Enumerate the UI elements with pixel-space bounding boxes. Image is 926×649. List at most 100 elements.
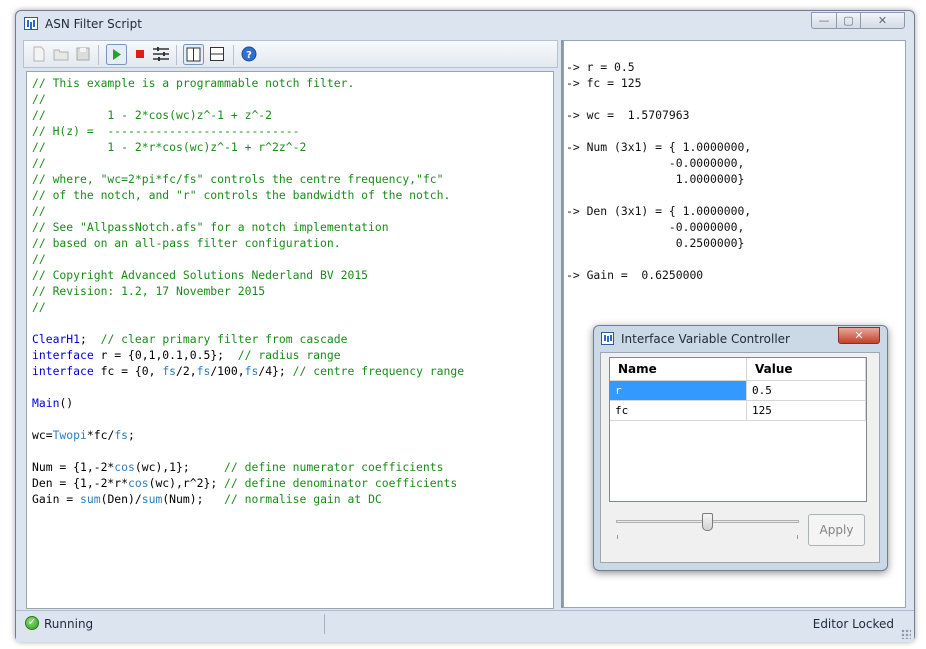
code-comment: // [32,300,46,314]
code-line: // based on an all-pass filter configura… [32,236,341,250]
code-comment: // where, "wc=2*pi*fc/fs" controls the c… [32,172,444,186]
run-icon[interactable] [106,44,127,65]
code-comment: // define denominator coefficients [224,476,458,490]
code-comment: // normalise gain at DC [224,492,382,506]
row-name-cell[interactable]: r [610,380,747,401]
status-editor-locked: Editor Locked [812,617,894,631]
code-text: (wc),1}; [134,460,225,474]
close-button[interactable]: ✕ [860,12,905,29]
code-line: // 1 - 2*r*cos(wc)z^-1 + r^2z^-2 [32,140,306,154]
code-line: Gain = sum(Den)/sum(Num); // normalise g… [32,492,382,506]
code-text: Den = {1,-2*r* [32,476,129,490]
code-text: () [59,396,74,410]
code-comment: // Revision: 1.2, 17 November 2015 [32,284,266,298]
open-folder-icon[interactable] [52,45,70,63]
code-text[interactable]: // This example is a programmable notch … [32,75,464,507]
toolbar-separator [233,45,234,65]
dialog-app-icon [601,332,614,345]
code-text: (wc),r^2}; [148,476,225,490]
column-header-value[interactable]: Value [746,358,866,381]
interface-variable-dialog: Interface Variable Controller ✕ Name Val… [593,325,888,571]
toolbar-separator [176,45,177,65]
output-text: -> r = 0.5 -> fc = 125 -> wc = 1.5707963… [566,60,752,282]
help-icon[interactable]: ? [240,45,258,63]
script-editor[interactable]: // This example is a programmable notch … [26,71,554,609]
code-text: /4}; [258,364,293,378]
code-comment: // 1 - 2*cos(wc)z^-1 + z^-2 [32,108,273,122]
variables-table: Name Value r 0.5 fc 125 [610,358,866,421]
minimize-button[interactable]: — [811,12,837,29]
code-comment: // Copyright Advanced Solutions Nederlan… [32,268,369,282]
code-line: interface fc = {0, fs/2,fs/100,fs/4}; //… [32,364,464,378]
resize-grip-icon[interactable] [901,629,911,639]
code-comment: // This example is a programmable notch … [32,76,355,90]
code-line: Den = {1,-2*r*cos(wc),r^2}; // define de… [32,476,457,490]
status-running: Running [44,617,94,631]
code-line: // where, "wc=2*pi*fc/fs" controls the c… [32,172,443,186]
code-line: // [32,252,46,266]
code-line: // of the notch, and "r" controls the ba… [32,188,450,202]
dialog-close-button[interactable]: ✕ [838,327,880,344]
code-keyword: interface [32,348,94,362]
code-line: // [32,300,46,314]
code-comment: // 1 - 2*r*cos(wc)z^-1 + r^2z^-2 [32,140,307,154]
code-comment: // of the notch, and "r" controls the ba… [32,188,451,202]
maximize-button[interactable]: ▢ [836,12,861,29]
code-line: wc=Twopi*fc/fs; [32,428,135,442]
new-file-icon[interactable] [30,45,48,63]
code-comment: // centre frequency range [292,364,465,378]
stop-icon[interactable] [131,45,149,63]
row-value-cell[interactable]: 0.5 [746,380,866,401]
code-line: // [32,156,46,170]
code-function: cos [128,476,149,490]
code-comment: // [32,252,46,266]
column-header-name[interactable]: Name [610,358,747,381]
code-function: sum [141,492,163,506]
variables-icon[interactable] [152,45,170,63]
save-icon[interactable] [74,45,92,63]
code-line: // See "AllpassNotch.afs" for a notch im… [32,220,389,234]
value-slider-thumb[interactable] [701,513,713,531]
running-ok-icon: ✓ [25,616,39,630]
status-divider [324,614,325,634]
code-line: interface r = {0,1,0.1,0.5}; // radius r… [32,348,341,362]
code-text: ; [80,332,101,346]
row-name-cell[interactable]: fc [610,400,747,421]
table-row[interactable]: fc 125 [610,400,866,421]
code-function: fs [196,364,211,378]
code-comment: // [32,156,46,170]
split-horizontal-icon[interactable] [208,45,226,63]
code-comment: // [32,92,46,106]
code-comment: // H(z) = ---------------------------- [32,124,300,138]
code-comment: // define numerator coefficients [224,460,444,474]
code-text: /2, [176,364,197,378]
split-vertical-icon[interactable] [183,44,204,65]
code-line: // Copyright Advanced Solutions Nederlan… [32,268,368,282]
code-function: fs [162,364,177,378]
code-function: sum [80,492,101,506]
code-keyword: ClearH1 [32,332,81,346]
code-text: (Den)/ [100,492,142,506]
status-bar: ✓ Running Editor Locked [16,610,914,642]
table-row[interactable]: r 0.5 [610,380,866,401]
dialog-title[interactable]: Interface Variable Controller [621,332,790,346]
code-text: fc = {0, [93,364,163,378]
code-text: Num = {1,-2* [32,460,115,474]
title-bar[interactable]: ASN Filter Script — ▢ ✕ [16,11,914,38]
code-text: /100, [210,364,245,378]
code-line: ClearH1; // clear primary filter from ca… [32,332,347,346]
code-function: fs [244,364,259,378]
code-text: Gain = [32,492,81,506]
toolbar: ? [23,40,558,68]
code-keyword: interface [32,364,94,378]
code-keyword: Main [32,396,60,410]
code-line: // [32,204,46,218]
row-value-cell[interactable]: 125 [746,400,866,421]
code-text: wc= [32,428,53,442]
code-text: ; [128,428,135,442]
code-function: fs [114,428,129,442]
apply-button[interactable]: Apply [808,514,865,546]
code-line: // This example is a programmable notch … [32,76,354,90]
code-line: // 1 - 2*cos(wc)z^-1 + z^-2 [32,108,272,122]
toolbar-separator [98,45,99,65]
